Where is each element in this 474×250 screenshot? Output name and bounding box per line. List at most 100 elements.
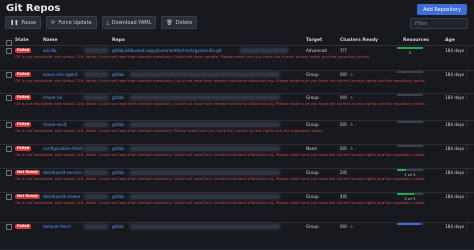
- toolbar: ❚❚ Pause ⟳ Force Update ⤓ Download YAML …: [5, 16, 198, 29]
- row-checkbox[interactable]: [6, 95, 12, 101]
- repo-name-link[interactable]: dataset-fetch: [43, 224, 71, 229]
- repo-url-link[interactable]: gitlab: [112, 95, 124, 100]
- redacted-repo-block: [130, 95, 280, 100]
- redacted-name-block: [84, 94, 108, 100]
- resources-bar: [397, 94, 423, 96]
- filter-input[interactable]: Filter: [410, 18, 468, 29]
- repo-url-link[interactable]: gitlab: [112, 72, 124, 77]
- table-row[interactable]: Failed azure-aim-agent gitlab Group 0/0 ⚠ 184 …: [0, 70, 474, 94]
- column-target[interactable]: Target: [306, 38, 322, 43]
- status-badge: Failed: [15, 121, 32, 127]
- table-row[interactable]: Failed chase-reult gitlab Group 0/0 ⚠ 184 days…: [0, 120, 474, 145]
- column-age[interactable]: Age: [445, 38, 455, 43]
- resources-indicator: [397, 145, 423, 151]
- row-actions-icon[interactable]: ⋮: [464, 193, 469, 199]
- force-update-button[interactable]: ⟳ Force Update: [46, 16, 97, 29]
- redacted-repo-block: [130, 170, 280, 175]
- resources-bar: [397, 121, 423, 123]
- redacted-repo-block: [130, 72, 280, 77]
- status-badge: Failed: [15, 94, 32, 100]
- column-resources[interactable]: Resources: [403, 38, 429, 43]
- row-actions-icon[interactable]: ⋮: [464, 223, 469, 229]
- repo-name-link[interactable]: azure-aim-agent: [43, 72, 78, 77]
- target-value: Group: [306, 193, 319, 199]
- target-value: None: [306, 145, 317, 151]
- resources-bar-fill: [397, 223, 421, 225]
- row-checkbox[interactable]: [6, 170, 12, 176]
- column-clusters[interactable]: Clusters Ready: [340, 38, 378, 43]
- repo-url-link[interactable]: gitlab: [112, 146, 124, 151]
- clusters-ready-text: 0/0: [340, 145, 347, 151]
- target-value: Group: [306, 121, 319, 127]
- repo-url-link[interactable]: gitlab.bitbucket.org:placementtechnology…: [112, 48, 222, 53]
- row-actions-icon[interactable]: ⋮: [464, 169, 469, 175]
- target-value: Group: [306, 169, 319, 175]
- pause-label: Pause: [21, 19, 37, 26]
- refresh-icon: ⟳: [51, 19, 56, 26]
- clusters-ready-text: 7/7: [340, 47, 347, 53]
- status-badge: Failed: [15, 145, 32, 151]
- table-row[interactable]: Failed ancilla gitlab.bitbucket.org:placem…: [0, 46, 474, 71]
- clusters-ready-text: 0/0: [340, 223, 347, 229]
- table-row[interactable]: Not Ready dashboard-service gitlab Group 2/6…: [0, 168, 474, 193]
- target-value: Group: [306, 71, 319, 77]
- repo-url-link[interactable]: gitlab: [112, 170, 124, 175]
- repo-url-link[interactable]: gitlab: [112, 122, 124, 127]
- row-checkbox[interactable]: [6, 72, 12, 78]
- status-badge: Not Ready: [15, 193, 40, 199]
- row-actions-icon[interactable]: ⋮: [464, 47, 469, 53]
- age-value: 184 days: [445, 193, 465, 199]
- redacted-repo-block: [130, 194, 280, 199]
- clusters-ready-text: 0/0: [340, 71, 347, 77]
- status-badge: Failed: [15, 223, 32, 229]
- repo-name-link[interactable]: dashboard-viewer: [43, 194, 81, 199]
- row-checkbox[interactable]: [6, 224, 12, 230]
- clusters-ready-value: 0/0 ⚠: [340, 224, 354, 229]
- table-row[interactable]: Failed chase-rul gitlab Group 0/0 ⚠ 184 days ⋮ G…: [0, 93, 474, 121]
- repo-name-link[interactable]: ancilla: [43, 48, 57, 53]
- delete-label: Delete: [175, 19, 193, 26]
- delete-button[interactable]: 🗑 Delete: [161, 16, 198, 29]
- target-value: Advanced: [306, 47, 327, 53]
- repo-name-link[interactable]: chase-reult: [43, 122, 66, 127]
- row-actions-icon[interactable]: ⋮: [464, 71, 469, 77]
- pause-icon: ❚❚: [10, 19, 19, 26]
- clusters-ready-text: 4/6: [340, 193, 347, 199]
- warning-icon: ⚠: [349, 145, 354, 151]
- row-checkbox[interactable]: [6, 146, 12, 152]
- download-yaml-label: Download YAML: [111, 19, 152, 26]
- table-row[interactable]: Failed configuration-fetch gitlab None 0/0 ⚠ 1…: [0, 144, 474, 169]
- column-state[interactable]: State: [15, 38, 29, 43]
- column-name[interactable]: Name: [43, 38, 58, 43]
- pause-button[interactable]: ❚❚ Pause: [5, 16, 42, 29]
- table-row[interactable]: Failed dataset-fetch gitlab Group 0/0 ⚠ 184 da…: [0, 222, 474, 250]
- resources-bar: [397, 71, 423, 73]
- row-actions-icon[interactable]: ⋮: [464, 94, 469, 100]
- row-checkbox[interactable]: [6, 122, 12, 128]
- repo-url-link[interactable]: gitlab: [112, 224, 124, 229]
- row-actions-icon[interactable]: ⋮: [464, 145, 469, 151]
- age-value: 184 days: [445, 169, 465, 175]
- add-repository-button[interactable]: Add Repository: [417, 4, 467, 15]
- force-update-label: Force Update: [58, 19, 92, 26]
- row-checkbox[interactable]: [6, 194, 12, 200]
- repo-name-link[interactable]: configuration-fetch: [43, 146, 83, 151]
- clusters-ready-text: 2/6: [340, 169, 347, 175]
- repo-name-link[interactable]: dashboard-service: [43, 170, 82, 175]
- download-yaml-button[interactable]: ⤓ Download YAML: [101, 16, 157, 29]
- row-checkbox[interactable]: [6, 48, 12, 54]
- column-repo[interactable]: Repo: [112, 38, 125, 43]
- resources-indicator: [397, 223, 423, 229]
- clusters-ready-value: 7/7: [340, 48, 350, 53]
- warning-icon: ⚠: [349, 71, 354, 77]
- resources-bar: [397, 145, 423, 147]
- repo-url-link[interactable]: gitlab: [112, 194, 124, 199]
- repo-name-link[interactable]: chase-rul: [43, 95, 62, 100]
- resources-indicator: [397, 94, 423, 100]
- clusters-ready-value: 0/0 ⚠: [340, 72, 354, 77]
- table-row[interactable]: Not Ready dashboard-viewer gitlab Group 4/6 2…: [0, 192, 474, 223]
- error-message: Git is not reachable: exit status 128; d…: [15, 102, 426, 106]
- page-title: Git Repos: [6, 3, 61, 14]
- warning-icon: ⚠: [349, 223, 354, 229]
- row-actions-icon[interactable]: ⋮: [464, 121, 469, 127]
